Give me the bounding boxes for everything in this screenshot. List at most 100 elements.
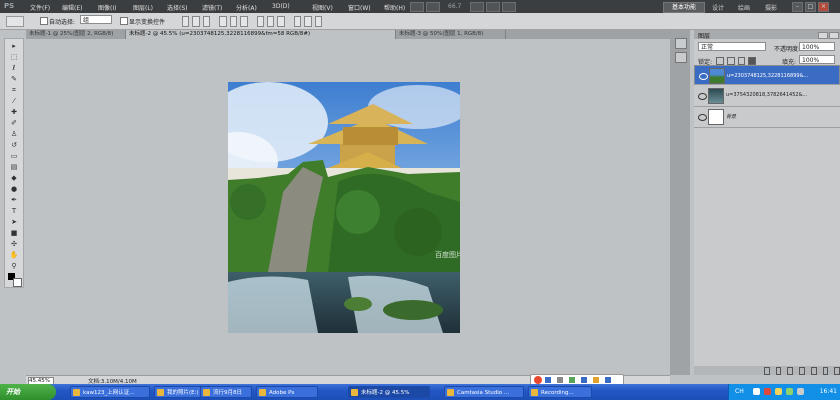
marquee-tool-icon[interactable]: ⬚ [9,53,19,61]
mini-bridge-icon[interactable] [426,2,440,12]
arrange-documents-icon[interactable] [486,2,500,12]
taskbar-button[interactable]: 流行9月8日 [200,386,252,398]
visibility-eye-icon[interactable] [699,73,708,80]
pen-tool-icon[interactable]: ✒ [9,196,19,204]
menu-view[interactable]: 视图(V) [312,3,333,12]
link-layers-icon[interactable] [764,367,770,375]
brush-tool-icon[interactable]: ✐ [9,119,19,127]
start-button[interactable]: 开始 [0,384,56,400]
visibility-eye-icon[interactable] [698,114,707,121]
menu-edit[interactable]: 编辑(E) [62,3,82,12]
ime-icon[interactable] [557,377,563,383]
align-bottom-icon[interactable] [202,16,211,27]
tab-document-3[interactable]: 未标题-3 @ 50%(图层 1, RGB/8) [396,30,506,39]
path-select-tool-icon[interactable]: ➤ [9,218,19,226]
layers-panel-title[interactable]: 图层 [698,31,710,40]
tab-document-2[interactable]: 未标题-2 @ 45.5% (u=2303748125,3228116899&f… [126,30,396,39]
sogou-icon[interactable] [534,376,542,384]
ime-icon[interactable] [581,377,587,383]
3d-rotate-tool-icon[interactable]: ✣ [9,240,19,248]
volume-icon[interactable] [797,388,804,395]
hand-icon[interactable] [470,2,484,12]
restore-button[interactable]: □ [805,2,816,12]
align-left-icon[interactable] [219,16,227,27]
workspace-design-button[interactable]: 设计 [712,3,724,12]
healing-brush-tool-icon[interactable]: ✚ [9,108,19,116]
ime-icon[interactable] [605,377,611,383]
screen-mode-icon[interactable] [502,2,516,12]
eyedropper-tool-icon[interactable]: ⁄ [9,97,19,105]
distribute-middle-icon[interactable] [266,16,275,27]
lasso-tool-icon[interactable]: ℓ [9,64,19,72]
layer-row[interactable]: 背景 [694,107,840,128]
document-image[interactable]: 百度图片 [228,82,460,333]
move-tool-preset-icon[interactable] [6,16,24,27]
taskbar-button[interactable]: Recording... [528,386,592,398]
distribute-top-icon[interactable] [256,16,264,27]
align-middle-icon[interactable] [192,16,200,27]
ime-icon[interactable] [593,377,599,383]
tab-document-1[interactable]: 未标题-1 @ 25%(图层 2, RGB/8) [26,30,126,39]
tray-icon[interactable] [764,388,771,395]
menu-help[interactable]: 帮助(H) [384,3,405,12]
zoom-readout[interactable]: 66.7 [448,3,461,10]
taskbar-button[interactable]: Camtasia Studio ... [444,386,524,398]
menu-image[interactable]: 图像(I) [98,3,116,12]
align-right-icon[interactable] [240,16,248,27]
lock-pixels-icon[interactable] [726,57,735,65]
panel-icon[interactable] [675,38,687,49]
menu-3d[interactable]: 3D(D) [272,3,290,10]
blend-mode-dropdown[interactable]: 正常 [698,42,766,51]
distribute-left-icon[interactable] [293,16,302,27]
eraser-tool-icon[interactable]: ▭ [9,152,19,160]
crop-tool-icon[interactable]: ⌗ [9,86,19,94]
new-layer-icon[interactable] [822,367,829,375]
move-tool-icon[interactable]: ▸ [9,42,19,50]
shape-tool-icon[interactable]: ■ [9,229,19,237]
menu-file[interactable]: 文件(F) [30,3,50,12]
workspace-photo-button[interactable]: 摄影 [765,3,777,12]
hand-tool-icon[interactable]: ✋ [9,251,19,259]
show-transform-checkbox[interactable] [120,17,128,25]
panel-menu-button[interactable] [829,32,839,39]
visibility-eye-icon[interactable] [698,93,707,100]
distribute-right-icon[interactable] [314,16,323,27]
align-top-icon[interactable] [182,16,190,27]
panel-icon[interactable] [675,52,687,63]
gradient-tool-icon[interactable]: ▤ [9,163,19,171]
tray-icon[interactable] [786,388,793,395]
clone-stamp-tool-icon[interactable]: ♙ [9,130,19,138]
language-indicator[interactable]: CH [735,388,744,395]
ime-icon[interactable] [569,377,575,383]
dodge-tool-icon[interactable]: ● [9,185,19,193]
lock-transparent-icon[interactable] [716,57,724,65]
bridge-icon[interactable] [410,2,424,12]
auto-select-checkbox[interactable] [40,17,48,25]
menu-filter[interactable]: 滤镜(T) [202,3,222,12]
menu-window[interactable]: 窗口(W) [348,3,371,12]
tray-icon[interactable] [753,388,760,395]
align-center-icon[interactable] [229,16,238,27]
quick-select-tool-icon[interactable]: ✎ [9,75,19,83]
taskbar-button-active[interactable]: 未标题-2 @ 45.5% [348,386,430,398]
blur-tool-icon[interactable]: ◆ [9,174,19,182]
collapse-panel-button[interactable] [818,32,828,39]
workspace-essentials-button[interactable]: 基本功能 [663,2,705,13]
taskbar-button[interactable]: Adobe Ps [256,386,318,398]
tray-icon[interactable] [775,388,782,395]
auto-select-dropdown[interactable]: 组 [80,15,112,24]
background-color-swatch[interactable] [13,278,22,287]
history-brush-tool-icon[interactable]: ↺ [9,141,19,149]
layer-style-icon[interactable] [775,367,782,375]
menu-analysis[interactable]: 分析(A) [236,3,257,12]
new-group-icon[interactable] [810,367,817,375]
lock-all-icon[interactable] [748,57,756,65]
taskbar-button[interactable]: kaw123_上网认证... [70,386,150,398]
layer-row[interactable]: u=3754320818,3782641452&... [694,86,840,107]
zoom-tool-icon[interactable]: ⚲ [9,262,19,270]
minimize-button[interactable]: – [792,2,803,12]
workspace-painting-button[interactable]: 绘画 [738,3,750,12]
ime-icon[interactable] [545,377,551,383]
close-button[interactable]: × [818,2,829,12]
type-tool-icon[interactable]: T [9,207,19,215]
